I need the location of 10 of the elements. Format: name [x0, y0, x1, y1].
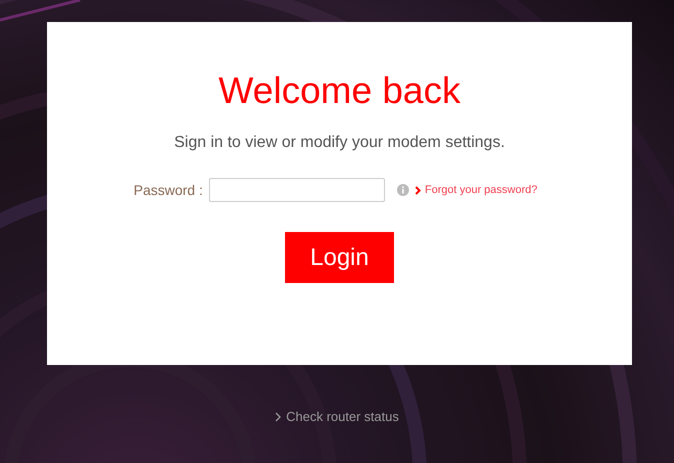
check-router-status-link[interactable]: Check router status: [275, 409, 399, 424]
subtitle: Sign in to view or modify your modem settings.: [174, 134, 505, 152]
password-field[interactable]: [208, 178, 385, 202]
chevron-right-icon: [275, 412, 282, 422]
chevron-right-icon: [414, 186, 421, 194]
forgot-password-link[interactable]: Forgot your password?: [414, 184, 538, 196]
welcome-title: Welcome back: [218, 70, 460, 112]
password-label: Password :: [134, 182, 203, 198]
info-icon: [396, 184, 409, 196]
login-button[interactable]: Login: [285, 232, 394, 283]
